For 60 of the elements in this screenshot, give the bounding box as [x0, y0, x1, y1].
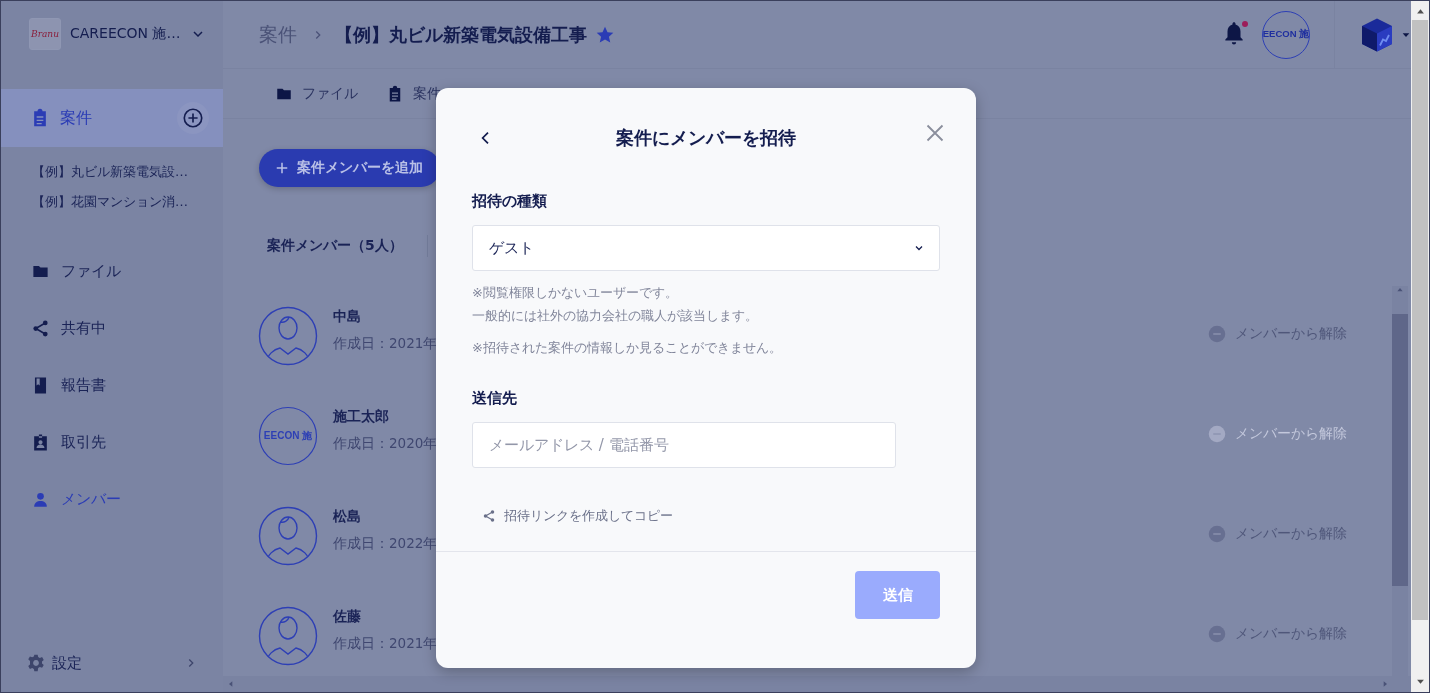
- created-date: 作成日：2022年: [333, 535, 438, 553]
- scroll-right-icon: [1381, 680, 1389, 688]
- add-project-button[interactable]: [177, 102, 209, 134]
- organization-switcher[interactable]: Branu CAREECON 施…: [1, 1, 223, 67]
- brand-logo: Branu: [29, 18, 61, 50]
- recipient-field[interactable]: メールアドレス / 電話番号: [472, 422, 896, 468]
- scrollbar[interactable]: [1392, 286, 1408, 676]
- settings-item[interactable]: 設定: [1, 634, 223, 692]
- close-button[interactable]: [925, 123, 945, 143]
- sidebar-item[interactable]: 報告書: [1, 357, 223, 414]
- person-avatar: [258, 506, 318, 566]
- scroll-up-icon: [1415, 7, 1425, 16]
- logo-avatar: [258, 406, 318, 466]
- help-text: ※招待された案件の情報しか見ることができません。: [472, 339, 783, 357]
- scroll-left-icon: [227, 680, 235, 688]
- help-text: ※閲覧権限しかないユーザーです。: [472, 284, 679, 302]
- organization-name: CAREECON 施…: [70, 25, 181, 43]
- field-label: 招待の種類: [472, 191, 548, 212]
- created-date: 作成日：2020年: [333, 435, 438, 453]
- sidebar-item[interactable]: ファイル: [1, 243, 223, 300]
- person-icon: [31, 490, 50, 509]
- dialog-title: 案件にメンバーを招待: [616, 127, 796, 148]
- minus-circle-icon: [1208, 325, 1226, 343]
- share-icon: [482, 509, 496, 523]
- project-link[interactable]: 【例】丸ビル新築電気設…: [1, 157, 223, 187]
- member-name: 松島: [333, 508, 362, 526]
- project-title: 【例】丸ビル新築電気設備工事: [335, 22, 587, 47]
- created-date: 作成日：2021年: [333, 635, 438, 653]
- person-avatar: [258, 606, 318, 666]
- scroll-down-icon: [1415, 677, 1425, 686]
- invite-type-select[interactable]: ゲスト: [472, 225, 940, 271]
- cube-icon: [1359, 16, 1395, 53]
- tab[interactable]: ファイル: [275, 84, 358, 103]
- project-link[interactable]: 【例】花園マンション消…: [1, 187, 223, 217]
- avatar-logo-text: EECON 施: [263, 429, 313, 443]
- member-name: 佐藤: [333, 608, 362, 626]
- plus-circle-icon: [182, 107, 204, 129]
- member-name: 施工太郎: [333, 408, 390, 426]
- field-label: 送信先: [472, 388, 518, 409]
- close-icon: [925, 123, 945, 143]
- minus-circle-icon: [1208, 525, 1226, 543]
- sidebar-section[interactable]: 案件: [1, 89, 223, 147]
- settings-icon: [26, 653, 46, 673]
- id-badge-icon: [31, 433, 50, 452]
- plus-icon: [275, 161, 289, 175]
- minus-circle-icon: [1208, 625, 1226, 643]
- person-avatar: [258, 306, 318, 366]
- created-date: 作成日：2021年: [333, 335, 438, 353]
- scroll-up-icon: [1396, 286, 1404, 294]
- share-icon: [31, 319, 50, 338]
- sidebar-item[interactable]: メンバー: [1, 471, 223, 528]
- member-name: 中島: [333, 308, 362, 326]
- sidebar-item[interactable]: 共有中: [1, 300, 223, 357]
- members-heading: 案件メンバー（5人）: [267, 237, 403, 255]
- section-label: 案件: [60, 107, 92, 129]
- sidebar-item[interactable]: 取引先: [1, 414, 223, 471]
- minus-circle-icon: [1208, 425, 1226, 443]
- help-text: 一般的には社外の協力会社の職人が該当します。: [472, 307, 759, 325]
- scrollbar[interactable]: [223, 676, 1411, 692]
- invite-link-button[interactable]: 招待リンクを作成してコピー: [482, 505, 673, 527]
